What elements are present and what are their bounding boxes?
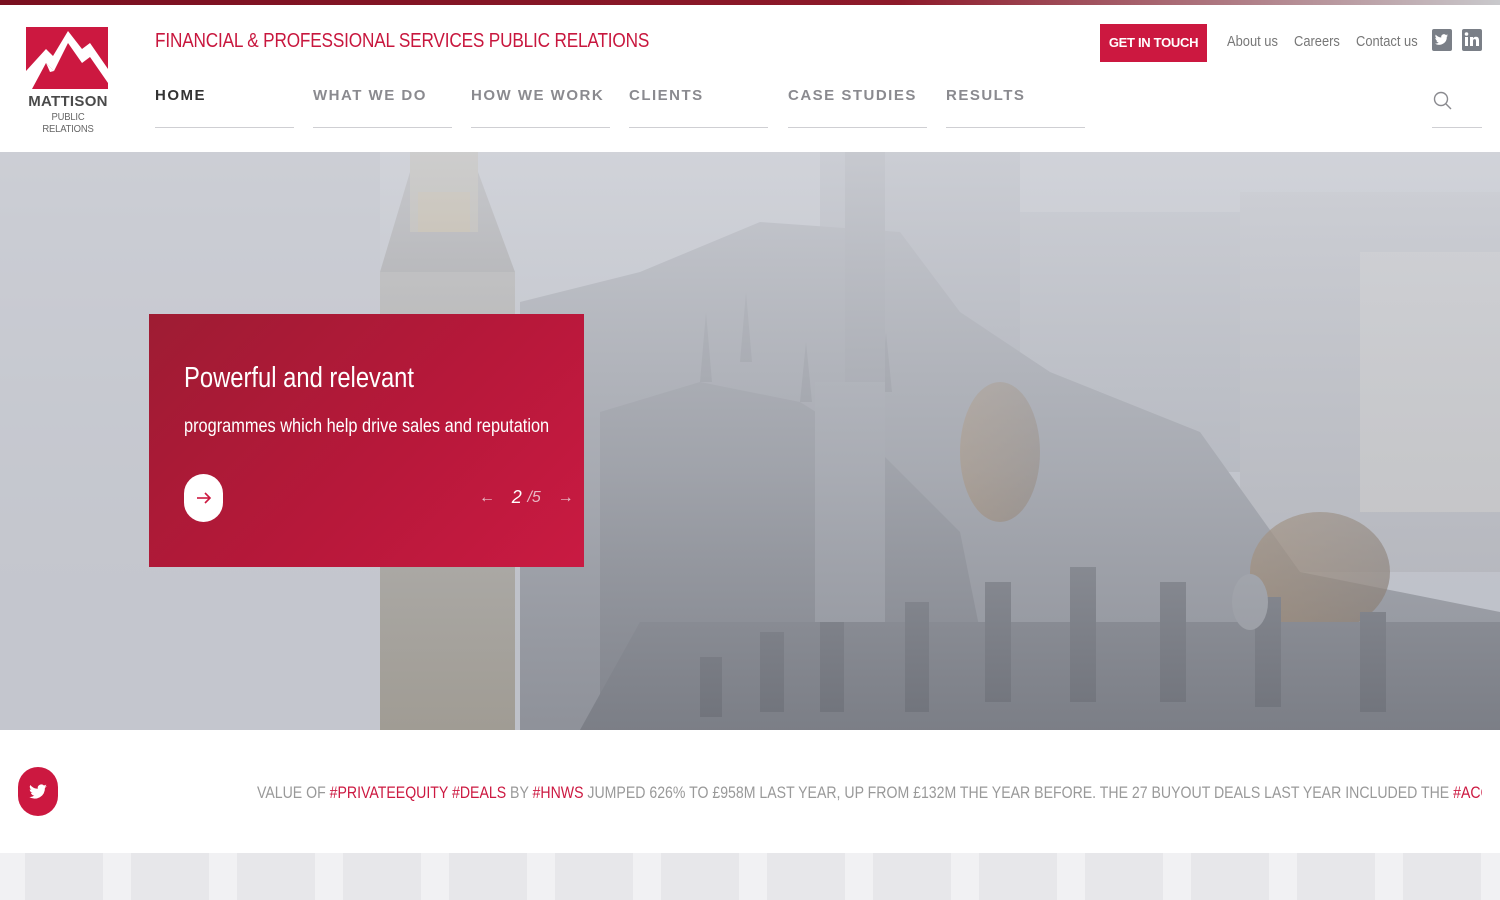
nav-home[interactable]: HOME [155, 77, 294, 128]
linkedin-icon[interactable] [1462, 29, 1482, 51]
tweet-text: Value of #privateequity #deals by #HNWs … [257, 783, 1482, 803]
tweet-hashtag-link[interactable]: #deals [452, 783, 506, 802]
careers-link[interactable]: Careers [1294, 33, 1340, 50]
bottom-strip [0, 853, 1500, 900]
arrow-right-icon [197, 492, 212, 504]
hero-title: Powerful and relevant [184, 362, 415, 394]
hero-slide-card: Powerful and relevant programmes which h… [149, 314, 584, 567]
nav-results[interactable]: RESULTS [946, 77, 1085, 128]
nav-how-we-work[interactable]: HOW WE WORK [471, 77, 610, 128]
twitter-feed: Value of #privateequity #deals by #HNWs … [0, 730, 1500, 853]
brand-subtitle: PUBLIC RELATIONS [42, 111, 94, 135]
hero-subtitle: programmes which help drive sales and re… [184, 416, 550, 437]
nav-case-studies[interactable]: CASE STUDIES [788, 77, 927, 128]
tweet-text-segment: jumped 626% to £958m last year, up from … [583, 783, 1454, 802]
logo[interactable]: MATTISON PUBLIC RELATIONS [25, 27, 110, 135]
site-tagline: FINANCIAL & PROFESSIONAL SERVICES PUBLIC… [155, 30, 650, 52]
slide-current: 2 [511, 487, 522, 508]
search-icon[interactable] [1432, 77, 1482, 128]
tweet-hashtag-link[interactable]: #acquisition [1453, 783, 1482, 802]
twitter-icon[interactable] [18, 767, 58, 816]
slide-total: /5 [527, 488, 541, 506]
tweet-text-segment: by [506, 783, 533, 802]
tweet-ticker[interactable]: Value of #privateequity #deals by #HNWs … [257, 783, 1482, 803]
nav-clients[interactable]: CLIENTS [629, 77, 768, 128]
next-slide-arrow-icon[interactable]: → [558, 489, 574, 507]
twitter-icon[interactable] [1432, 29, 1452, 51]
prev-slide-arrow-icon[interactable]: ← [479, 489, 495, 507]
tweet-hashtag-link[interactable]: #privateequity [330, 783, 448, 802]
site-header: MATTISON PUBLIC RELATIONS FINANCIAL & PR… [0, 5, 1500, 152]
about-us-link[interactable]: About us [1227, 33, 1278, 50]
slide-pager: ← 2 /5 → [479, 487, 574, 511]
nav-what-we-do[interactable]: WHAT WE DO [313, 77, 452, 128]
hero-arrow-button[interactable] [184, 474, 223, 522]
get-in-touch-button[interactable]: GET IN TOUCH [1100, 24, 1207, 62]
tweet-hashtag-link[interactable]: #HNWs [533, 783, 584, 802]
hero-carousel: Powerful and relevant programmes which h… [0, 152, 1500, 730]
mountain-logo-icon [26, 27, 108, 89]
contact-us-link[interactable]: Contact us [1356, 33, 1418, 50]
brand-name: MATTISON [28, 93, 108, 110]
tweet-text-segment: Value of [257, 783, 330, 802]
